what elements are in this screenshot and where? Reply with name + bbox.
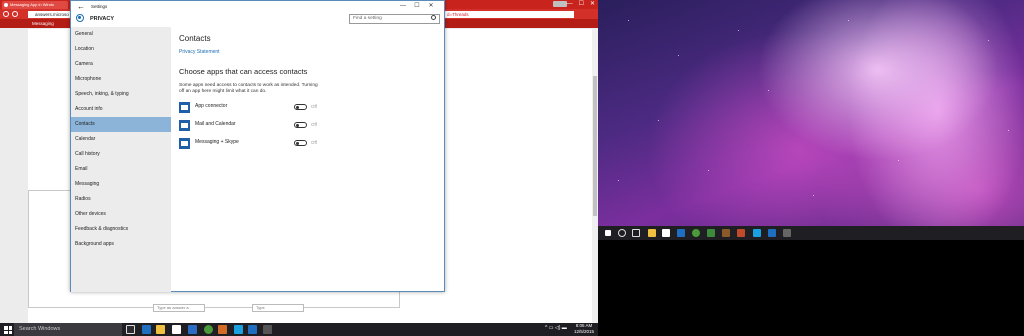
secondary-task-view-icon[interactable] <box>632 229 640 237</box>
maximize-button[interactable]: ☐ <box>410 1 424 12</box>
secondary-skype-icon[interactable] <box>753 229 761 237</box>
file-explorer-icon[interactable] <box>156 325 165 334</box>
browser-close-button[interactable]: ✕ <box>590 0 595 9</box>
answer-input-secondary[interactable]: Type <box>252 304 304 312</box>
nav-item-messaging[interactable]: Messaging <box>71 177 171 192</box>
minimize-button[interactable]: — <box>396 1 410 12</box>
app-row-messaging-skype: Messaging + Skype Off <box>179 138 339 150</box>
secondary-mail-icon[interactable] <box>677 229 685 237</box>
clock-date: 12/5/2015 <box>574 329 595 334</box>
messaging-icon <box>179 138 190 149</box>
nav-item-other-devices[interactable]: Other devices <box>71 207 171 222</box>
back-icon[interactable] <box>3 11 9 17</box>
secondary-monitor-blank-area <box>598 240 1024 336</box>
browser-tab[interactable]: Messaging App in Windo <box>2 1 68 9</box>
browser-maximize-button[interactable]: ☐ <box>579 0 584 9</box>
answer-input[interactable]: Type an answer a <box>153 304 205 312</box>
nav-item-call-history[interactable]: Call history <box>71 147 171 162</box>
secondary-settings-icon[interactable] <box>783 229 791 237</box>
secondary-app-icon-brown[interactable] <box>722 229 730 237</box>
browser-tab-title: Messaging App in Windo <box>10 2 55 7</box>
mail-icon <box>179 120 190 131</box>
nav-item-radios[interactable]: Radios <box>71 192 171 207</box>
apps-description: Some apps need access to contacts to wor… <box>179 83 318 94</box>
close-button[interactable]: ✕ <box>424 1 438 12</box>
taskbar-search[interactable]: Search Windows <box>14 323 122 336</box>
nav-item-account-info[interactable]: Account info <box>71 102 171 117</box>
window-title: Settings <box>91 4 108 9</box>
toggle-state: Off <box>311 104 317 109</box>
app-icon-orange[interactable] <box>218 325 227 334</box>
secondary-chrome-icon[interactable] <box>692 229 700 237</box>
nav-item-microphone[interactable]: Microphone <box>71 72 171 87</box>
mail-taskbar-icon[interactable] <box>188 325 197 334</box>
app-row-mail-calendar: Mail and Calendar Off <box>179 120 339 132</box>
nav-item-calendar[interactable]: Calendar <box>71 132 171 147</box>
settings-titlebar: ← Settings — ☐ ✕ <box>71 1 444 12</box>
bookmark-messaging[interactable]: Messaging <box>32 20 54 27</box>
secondary-search-icon[interactable] <box>618 229 626 237</box>
app-name: App connector <box>195 103 228 109</box>
secondary-app-icon-green[interactable] <box>707 229 715 237</box>
store-icon[interactable] <box>172 325 181 334</box>
page-scrollbar-thumb[interactable] <box>593 76 597 216</box>
nav-item-feedback[interactable]: Feedback & diagnostics <box>71 222 171 237</box>
nav-item-location[interactable]: Location <box>71 42 171 57</box>
messaging-taskbar-icon[interactable] <box>248 325 257 334</box>
settings-content: Contacts Privacy Statement Choose apps t… <box>171 27 444 292</box>
nav-item-contacts[interactable]: Contacts <box>71 117 171 132</box>
settings-sidebar: General Location Camera Microphone Speec… <box>71 27 171 292</box>
secondary-app-icon-red[interactable] <box>737 229 745 237</box>
settings-window: ← Settings — ☐ ✕ PRIVACY Find a setting … <box>70 0 445 292</box>
address-bar-tail[interactable]: d=Threads <box>444 11 574 18</box>
secondary-explorer-icon[interactable] <box>648 229 656 237</box>
task-view-icon[interactable] <box>126 325 135 334</box>
nav-item-speech[interactable]: Speech, inking, & typing <box>71 87 171 102</box>
edge-icon[interactable] <box>142 325 151 334</box>
address-bar[interactable]: answers.microso <box>28 11 73 18</box>
forward-icon[interactable] <box>12 11 18 17</box>
app-connector-toggle[interactable] <box>294 104 307 110</box>
find-setting-input[interactable]: Find a setting <box>349 14 440 24</box>
nav-item-camera[interactable]: Camera <box>71 57 171 72</box>
app-name: Mail and Calendar <box>195 121 236 127</box>
apps-heading: Choose apps that can access contacts <box>179 67 308 76</box>
start-button[interactable] <box>4 326 12 334</box>
page-title: Contacts <box>179 34 211 43</box>
chrome-icon[interactable] <box>204 325 213 334</box>
messaging-skype-toggle[interactable] <box>294 140 307 146</box>
tab-favicon-icon <box>4 3 8 7</box>
secondary-messaging-icon[interactable] <box>768 229 776 237</box>
back-arrow-icon[interactable]: ← <box>77 1 85 12</box>
search-icon[interactable] <box>431 15 436 20</box>
nav-item-general[interactable]: General <box>71 27 171 42</box>
clock[interactable]: 8:05 AM 12/5/2015 <box>574 323 594 335</box>
privacy-statement-link[interactable]: Privacy Statement <box>179 49 220 55</box>
section-title: PRIVACY <box>90 16 115 22</box>
mail-calendar-toggle[interactable] <box>294 122 307 128</box>
system-tray[interactable]: ^ ▭ ◁) ▬ <box>545 325 567 331</box>
browser-user-badge[interactable] <box>553 1 567 7</box>
app-connector-icon <box>179 102 190 113</box>
gear-icon <box>76 14 84 22</box>
secondary-store-icon[interactable] <box>662 229 670 237</box>
app-row-app-connector: App connector Off <box>179 102 339 114</box>
browser-window-controls: — ☐ ✕ <box>567 0 595 9</box>
browser-minimize-button[interactable]: — <box>567 0 573 9</box>
toggle-state: Off <box>311 122 317 127</box>
settings-taskbar-icon[interactable] <box>263 325 272 334</box>
nav-item-background-apps[interactable]: Background apps <box>71 237 171 252</box>
toggle-state: Off <box>311 140 317 145</box>
nav-item-email[interactable]: Email <box>71 162 171 177</box>
app-name: Messaging + Skype <box>195 139 239 145</box>
desktop-wallpaper <box>598 0 1024 240</box>
skype-icon[interactable] <box>234 325 243 334</box>
secondary-start-icon[interactable] <box>605 230 611 236</box>
